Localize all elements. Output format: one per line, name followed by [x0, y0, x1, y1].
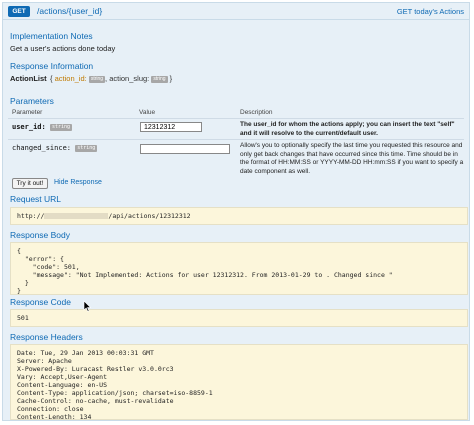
response-information-heading: Response Information [10, 61, 94, 71]
endpoint-path[interactable]: /actions/{user_id} [37, 6, 102, 17]
model-field-type-tag: string [88, 76, 106, 83]
param-type-tag: string [49, 124, 72, 131]
try-it-out-button[interactable]: Try it out! [12, 178, 48, 189]
response-model-signature: { action_id: string, action_slug: string… [50, 74, 173, 83]
implementation-notes-heading: Implementation Notes [10, 31, 93, 41]
table-divider [8, 139, 464, 140]
changed-since-input[interactable] [140, 144, 230, 154]
operation-panel: GET /actions/{user_id} GET today's Actio… [2, 2, 470, 421]
response-headers-heading: Response Headers [10, 332, 83, 342]
param-user-id-name: user_id: [12, 123, 46, 131]
param-changed-since: changed_since: string [12, 144, 98, 152]
user-id-input[interactable] [140, 122, 202, 132]
model-field-type-tag: string [151, 76, 168, 83]
model-field-action-id: action_id: [54, 74, 87, 83]
user-id-description: The user_id for whom the actions apply; … [240, 121, 455, 137]
request-url-box[interactable]: http:// /api/actions/12312312 [10, 207, 468, 225]
request-url-suffix: /api/actions/12312312 [108, 212, 191, 220]
param-changed-since-name: changed_since: [12, 144, 72, 152]
response-code-box[interactable]: 501 [10, 309, 468, 327]
response-body-box[interactable]: { "error": { "code": 501, "message": "No… [10, 242, 468, 295]
request-url-heading: Request URL [10, 194, 62, 204]
operation-header[interactable]: GET /actions/{user_id} GET today's Actio… [3, 3, 469, 20]
param-user-id: user_id: string [12, 123, 72, 131]
parameter-column-header: Parameter [12, 109, 43, 116]
param-type-tag: string [75, 145, 98, 152]
response-code-heading: Response Code [10, 297, 71, 307]
hide-response-link[interactable]: Hide Response [54, 179, 102, 186]
response-body-heading: Response Body [10, 230, 71, 240]
table-divider [8, 118, 464, 119]
description-column-header: Description [240, 109, 273, 116]
http-method-badge[interactable]: GET [8, 6, 30, 17]
parameters-heading: Parameters [10, 96, 54, 106]
model-close-brace: } [169, 74, 173, 83]
model-field-action-slug: action_slug: [109, 74, 150, 83]
model-open-brace: { [50, 74, 53, 83]
response-model-name[interactable]: ActionList [10, 74, 47, 83]
changed-since-description: Allow's you to optionally specify the la… [240, 142, 464, 175]
request-url-prefix: http:// [17, 212, 45, 220]
mouse-cursor-icon [83, 300, 92, 312]
response-headers-box[interactable]: Date: Tue, 29 Jan 2013 00:03:31 GMT Serv… [10, 344, 468, 420]
implementation-notes-text: Get a user's actions done today [10, 44, 116, 53]
value-column-header: Value [139, 109, 156, 116]
endpoint-summary[interactable]: GET today's Actions [397, 6, 464, 17]
redacted-host [44, 213, 109, 219]
